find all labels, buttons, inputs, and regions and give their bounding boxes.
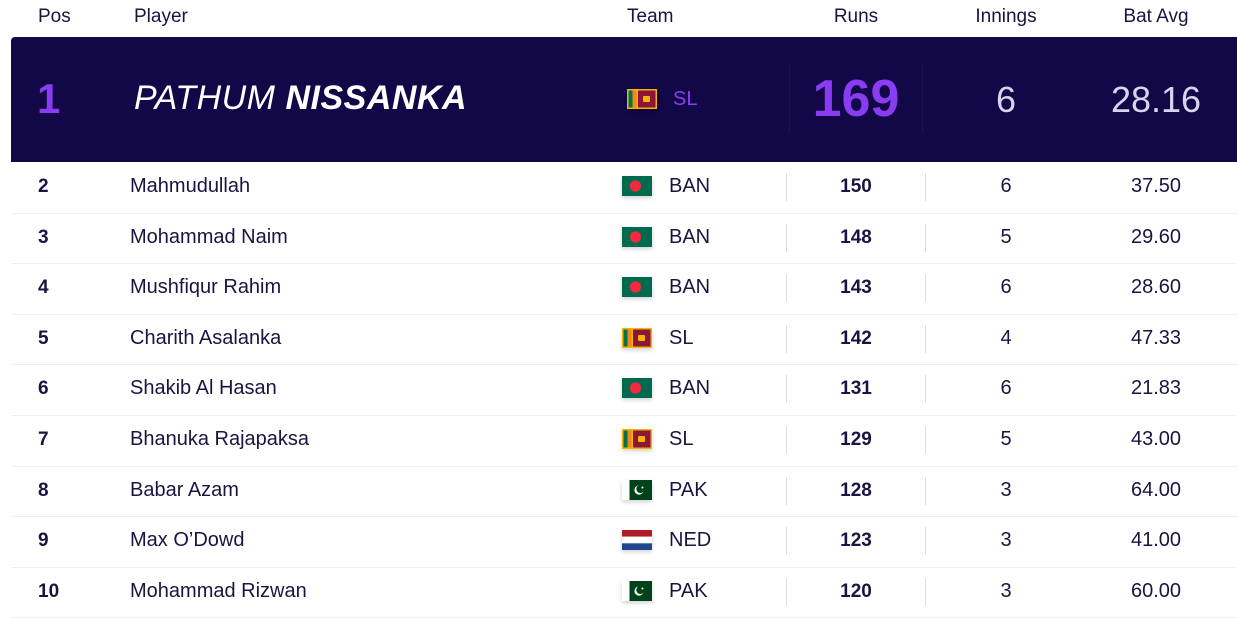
row-pos: 4: [38, 277, 49, 299]
row-runs: 131: [786, 375, 926, 404]
leader-runs: 169: [789, 65, 923, 133]
leader-name[interactable]: PATHUM NISSANKA: [134, 79, 467, 118]
leader-innings: 6: [995, 79, 1017, 120]
row-bat-avg: 37.50: [1130, 175, 1182, 197]
row-pos: 7: [38, 428, 49, 450]
table-row[interactable]: 8 Babar Azam PAK 128 3 64.00: [11, 467, 1237, 518]
row-bat-avg: 43.00: [1130, 427, 1182, 450]
row-player-name[interactable]: Bhanuka Rajapaksa: [130, 428, 309, 451]
pakistan-flag-icon: [622, 479, 652, 500]
row-runs: 143: [786, 274, 926, 303]
header-team[interactable]: Team: [627, 6, 673, 28]
row-innings: 3: [1000, 478, 1012, 501]
row-player-name[interactable]: Mohammad Rizwan: [130, 580, 307, 603]
row-team: PAK: [669, 478, 708, 501]
table-row[interactable]: 9 Max O’Dowd NED 123 3 41.00: [11, 517, 1237, 568]
row-innings: 5: [1000, 225, 1012, 248]
row-player-name[interactable]: Max O’Dowd: [130, 529, 244, 552]
table-row[interactable]: 10 Mohammad Rizwan PAK 120 3 60.00: [11, 568, 1237, 618]
row-player-name[interactable]: Shakib Al Hasan: [130, 377, 277, 400]
row-bat-avg: 47.33: [1130, 326, 1182, 349]
row-pos: 3: [38, 226, 49, 248]
row-innings: 6: [1000, 276, 1012, 299]
header-pos[interactable]: Pos: [38, 6, 71, 28]
row-pos: 9: [38, 530, 49, 552]
row-runs: 142: [786, 324, 926, 353]
leader-pos: 1: [37, 75, 61, 122]
row-runs: 128: [786, 476, 926, 505]
row-bat-avg: 28.60: [1130, 276, 1182, 299]
row-bat-avg: 21.83: [1130, 377, 1182, 400]
leader-last-name: NISSANKA: [285, 79, 468, 117]
row-runs: 148: [786, 223, 926, 252]
row-pos: 10: [38, 580, 60, 602]
table-row[interactable]: 3 Mohammad Naim BAN 148 5 29.60: [11, 214, 1237, 265]
leader-first-name: PATHUM: [134, 79, 276, 117]
table-row[interactable]: 6 Shakib Al Hasan BAN 131 6 21.83: [11, 365, 1237, 416]
table-row[interactable]: 2 Mahmudullah BAN 150 6 37.50: [11, 163, 1237, 214]
stats-table-body: 2 Mahmudullah BAN 150 6 37.50 3 Mohammad Naim BA…: [11, 163, 1237, 618]
bangladesh-flag-icon: [622, 378, 652, 399]
row-pos: 8: [38, 479, 49, 501]
row-bat-avg: 60.00: [1130, 579, 1182, 602]
row-innings: 6: [1000, 175, 1012, 197]
row-team: NED: [669, 529, 712, 552]
row-bat-avg: 64.00: [1130, 478, 1182, 501]
leader-row[interactable]: 1 PATHUM NISSANKA SL 169 6 28.16: [11, 37, 1237, 162]
row-team: SL: [669, 326, 694, 349]
row-pos: 2: [38, 176, 49, 197]
row-pos: 5: [38, 327, 49, 349]
row-player-name[interactable]: Charith Asalanka: [130, 327, 281, 350]
row-team: BAN: [669, 377, 711, 400]
row-player-name[interactable]: Mohammad Naim: [130, 226, 288, 249]
row-innings: 5: [1000, 427, 1012, 450]
table-row[interactable]: 5 Charith Asalanka SL 142 4 47.33: [11, 315, 1237, 366]
pakistan-flag-icon: [622, 580, 652, 601]
sri-lanka-flag-icon: [622, 428, 652, 449]
table-row[interactable]: 4 Mushfiqur Rahim BAN 143 6 28.60: [11, 264, 1237, 315]
sri-lanka-flag-icon: [627, 89, 657, 109]
row-runs: 150: [786, 173, 926, 201]
row-bat-avg: 29.60: [1130, 225, 1182, 248]
leader-team: SL: [673, 88, 698, 110]
netherlands-flag-icon: [622, 530, 652, 551]
row-innings: 3: [1000, 579, 1012, 602]
header-runs[interactable]: Runs: [790, 6, 922, 28]
row-innings: 3: [1000, 529, 1012, 552]
bangladesh-flag-icon: [622, 226, 652, 247]
leader-bat-avg: 28.16: [1110, 79, 1202, 120]
sri-lanka-flag-icon: [622, 327, 652, 348]
row-player-name[interactable]: Mahmudullah: [130, 175, 250, 198]
header-innings[interactable]: Innings: [938, 6, 1074, 28]
row-team: PAK: [669, 579, 708, 602]
row-runs: 120: [786, 577, 926, 606]
row-runs: 129: [786, 425, 926, 454]
table-row[interactable]: 7 Bhanuka Rajapaksa SL 129 5 43.00: [11, 416, 1237, 467]
row-innings: 4: [1000, 326, 1012, 349]
row-pos: 6: [38, 378, 49, 400]
row-team: BAN: [669, 276, 711, 299]
row-player-name[interactable]: Babar Azam: [130, 479, 239, 502]
row-bat-avg: 41.00: [1130, 529, 1182, 552]
header-bat-avg[interactable]: Bat Avg: [1086, 6, 1226, 28]
bangladesh-flag-icon: [622, 277, 652, 298]
row-runs: 123: [786, 527, 926, 556]
row-team: BAN: [669, 225, 711, 248]
bangladesh-flag-icon: [622, 176, 652, 196]
row-innings: 6: [1000, 377, 1012, 400]
header-player[interactable]: Player: [134, 6, 188, 28]
table-header: Pos Player Team Runs Innings Bat Avg: [0, 0, 1237, 36]
row-team: SL: [669, 427, 694, 450]
row-player-name[interactable]: Mushfiqur Rahim: [130, 276, 281, 299]
row-team: BAN: [669, 175, 711, 197]
